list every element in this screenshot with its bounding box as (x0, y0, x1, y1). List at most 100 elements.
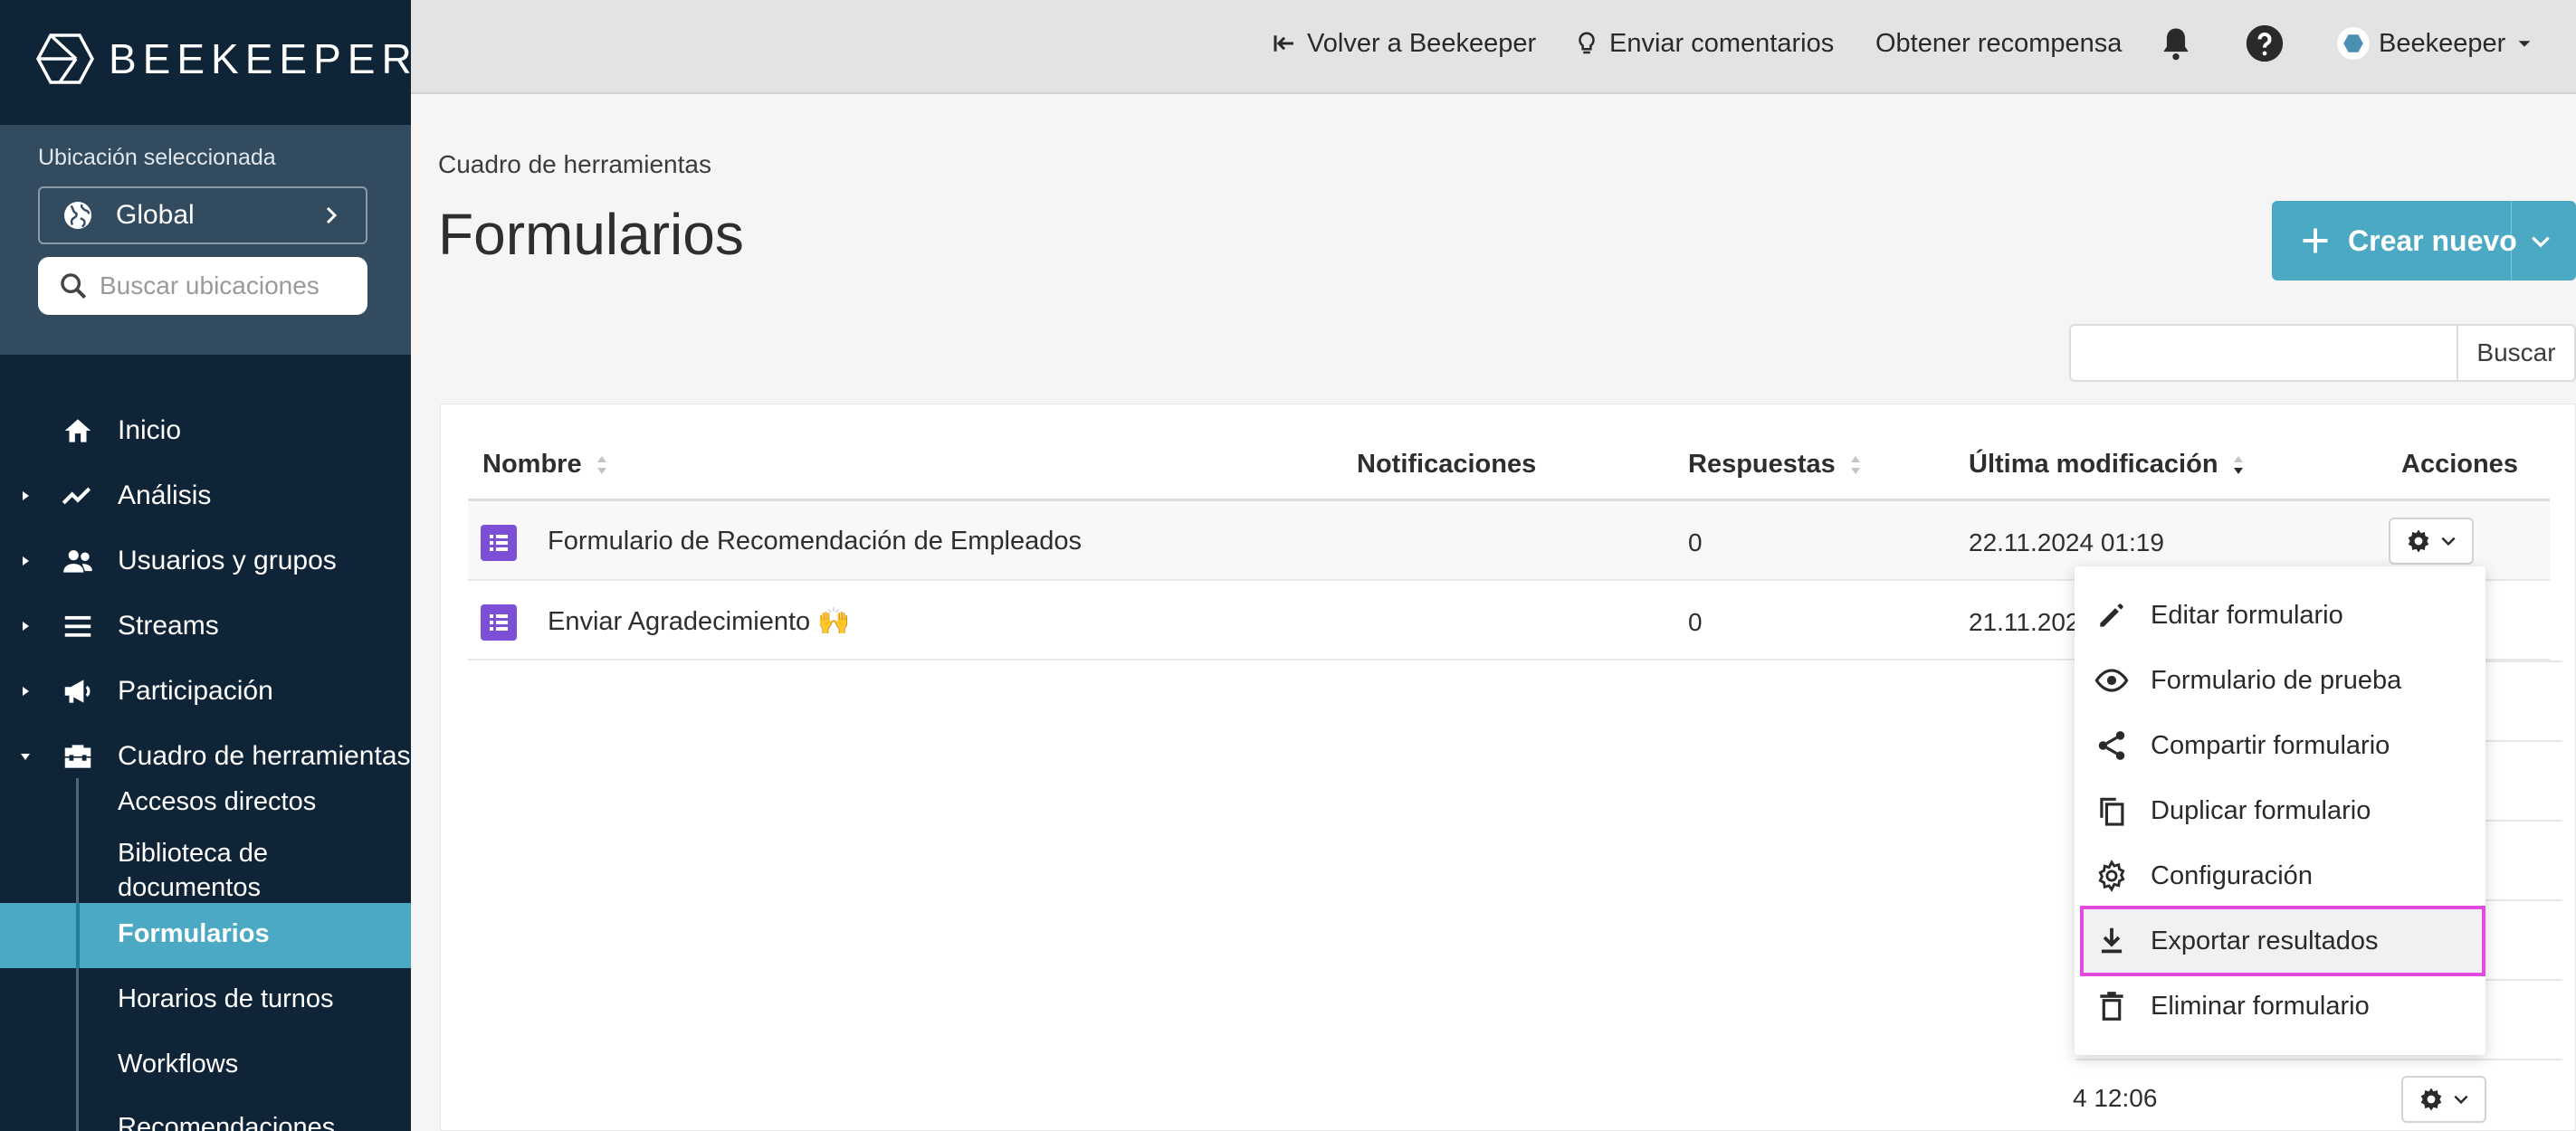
sidebar-item-label: Cuadro de herramientas (118, 741, 411, 771)
sidebar-item-label: Participación (118, 676, 273, 706)
megaphone-icon (60, 673, 96, 709)
pencil-icon (2100, 604, 2123, 627)
row-divider (2075, 1059, 2562, 1060)
chevron-down-icon (2454, 1095, 2468, 1105)
users-icon (60, 543, 96, 579)
sidebar-subitem-accesos[interactable]: Accesos directos (0, 787, 411, 823)
column-label: Notificaciones (1357, 450, 1537, 479)
location-search[interactable] (38, 257, 367, 315)
create-new-button[interactable]: Crear nuevo (2272, 201, 2576, 280)
download-icon (2101, 927, 2123, 954)
menu-item-share-form[interactable]: Compartir formulario (2075, 713, 2485, 778)
column-header-notificaciones: Notificaciones (1357, 450, 1536, 480)
menu-item-edit-form[interactable]: Editar formulario (2075, 583, 2485, 648)
sidebar-subitem-horarios[interactable]: Horarios de turnos (0, 984, 411, 1021)
location-search-input[interactable] (100, 271, 353, 300)
share-icon (2098, 731, 2125, 760)
sidebar-item-inicio[interactable]: Inicio (0, 398, 411, 463)
home-icon (60, 413, 96, 449)
sidebar-item-cuadro-herramientas[interactable]: Cuadro de herramientas (0, 724, 411, 789)
globe-icon (64, 202, 91, 229)
sidebar-subitem-label: Biblioteca de documentos (118, 839, 269, 902)
sidebar-subitem-label: Accesos directos (118, 787, 317, 816)
caret-right-icon (23, 622, 29, 631)
form-name-link[interactable]: Enviar Agradecimiento 🙌 (548, 606, 850, 637)
sidebar-item-usuarios[interactable]: Usuarios y grupos (0, 528, 411, 594)
forms-search-input[interactable] (2069, 324, 2458, 382)
lightbulb-icon (1579, 32, 1595, 54)
get-reward-link[interactable]: Obtener recompensa (1875, 25, 2122, 62)
column-label: Acciones (2401, 450, 2518, 479)
menu-item-settings[interactable]: Configuración (2075, 843, 2485, 908)
trash-icon (2100, 992, 2123, 1021)
sidebar-subitem-label: Workflows (118, 1050, 239, 1079)
help-icon[interactable] (2245, 24, 2285, 63)
menu-item-delete-form[interactable]: Eliminar formulario (2075, 974, 2485, 1039)
hexagon-logo-icon (36, 33, 94, 84)
breadcrumb[interactable]: Cuadro de herramientas (438, 150, 711, 179)
caret-down-icon (21, 754, 30, 760)
menu-item-test-form[interactable]: Formulario de prueba (2075, 648, 2485, 713)
sort-icon (596, 455, 606, 474)
sidebar-item-participacion[interactable]: Participación (0, 659, 411, 724)
menu-item-duplicate-form[interactable]: Duplicar formulario (2075, 778, 2485, 843)
sidebar-subitem-recomendaciones[interactable]: Recomendaciones (0, 1113, 411, 1131)
column-label: Nombre (482, 450, 582, 479)
sidebar-subitem-formularios[interactable]: Formularios (0, 903, 411, 968)
search-icon (61, 273, 87, 299)
responses-count: 0 (1688, 608, 1703, 636)
menu-item-label: Editar formulario (2151, 600, 2343, 630)
location-value: Global (116, 200, 195, 230)
settings-icon (2098, 860, 2125, 892)
back-arrow-icon (1274, 35, 1293, 52)
column-header-nombre[interactable]: Nombre (482, 450, 609, 480)
sidebar-item-label: Usuarios y grupos (118, 546, 337, 575)
sort-icon (1850, 455, 1860, 474)
sidebar-item-analisis[interactable]: Análisis (0, 463, 411, 528)
brand-name: BEEKEEPER (109, 35, 411, 82)
bell-icon[interactable] (2156, 24, 2196, 63)
row-actions-button[interactable] (2389, 518, 2474, 565)
sidebar-subitem-workflows[interactable]: Workflows (0, 1050, 411, 1086)
menu-item-export-results[interactable]: Exportar resultados (2080, 906, 2485, 976)
location-panel: Ubicación seleccionada Global (0, 125, 411, 355)
chevron-down-icon[interactable] (2529, 230, 2552, 253)
back-label: Volver a Beekeeper (1307, 28, 1537, 58)
sidebar-subitem-label: Horarios de turnos (118, 984, 334, 1013)
row-actions-button[interactable] (2401, 1076, 2486, 1123)
beekeeper-logo[interactable]: BEEKEEPER (36, 29, 411, 89)
form-list-icon (481, 604, 517, 641)
streams-icon (60, 608, 96, 644)
location-selector[interactable]: Global (38, 186, 367, 244)
menu-item-label: Compartir formulario (2151, 730, 2390, 760)
avatar (2337, 27, 2370, 60)
account-menu[interactable]: Beekeeper (2337, 25, 2534, 62)
sidebar-item-streams[interactable]: Streams (0, 594, 411, 659)
gear-icon (2420, 1088, 2442, 1111)
menu-item-label: Configuración (2151, 860, 2313, 890)
sidebar-item-label: Streams (118, 611, 219, 641)
back-to-beekeeper-link[interactable]: Volver a Beekeeper (1271, 25, 1536, 62)
responses-count: 0 (1688, 528, 1703, 556)
column-label: Respuestas (1688, 450, 1836, 479)
modified-date: 22.11.2024 01:19 (1969, 528, 2164, 556)
active-indicator (76, 903, 80, 968)
search-button[interactable]: Buscar (2457, 324, 2576, 382)
column-header-ultima-modificacion[interactable]: Última modificación (1969, 450, 2246, 480)
send-feedback-link[interactable]: Enviar comentarios (1573, 25, 1834, 62)
eye-icon (2094, 669, 2129, 692)
sidebar: BEEKEEPER Ubicación seleccionada Global … (0, 0, 411, 1131)
sidebar-item-label: Inicio (118, 415, 182, 445)
column-header-respuestas[interactable]: Respuestas (1688, 450, 1863, 480)
analytics-icon (60, 478, 96, 514)
menu-item-label: Duplicar formulario (2151, 795, 2371, 825)
caret-right-icon (23, 491, 29, 500)
sidebar-subitem-biblioteca[interactable]: Biblioteca de documentos (0, 836, 411, 905)
row-actions-menu: Editar formulario Formulario de prueba C… (2075, 566, 2485, 1055)
menu-item-label: Eliminar formulario (2151, 991, 2370, 1021)
column-header-acciones: Acciones (2401, 450, 2518, 480)
form-name-link[interactable]: Formulario de Recomendación de Empleados (548, 527, 1082, 556)
menu-item-label: Exportar resultados (2151, 926, 2379, 955)
create-new-label: Crear nuevo (2348, 223, 2517, 257)
form-list-icon (481, 525, 517, 561)
